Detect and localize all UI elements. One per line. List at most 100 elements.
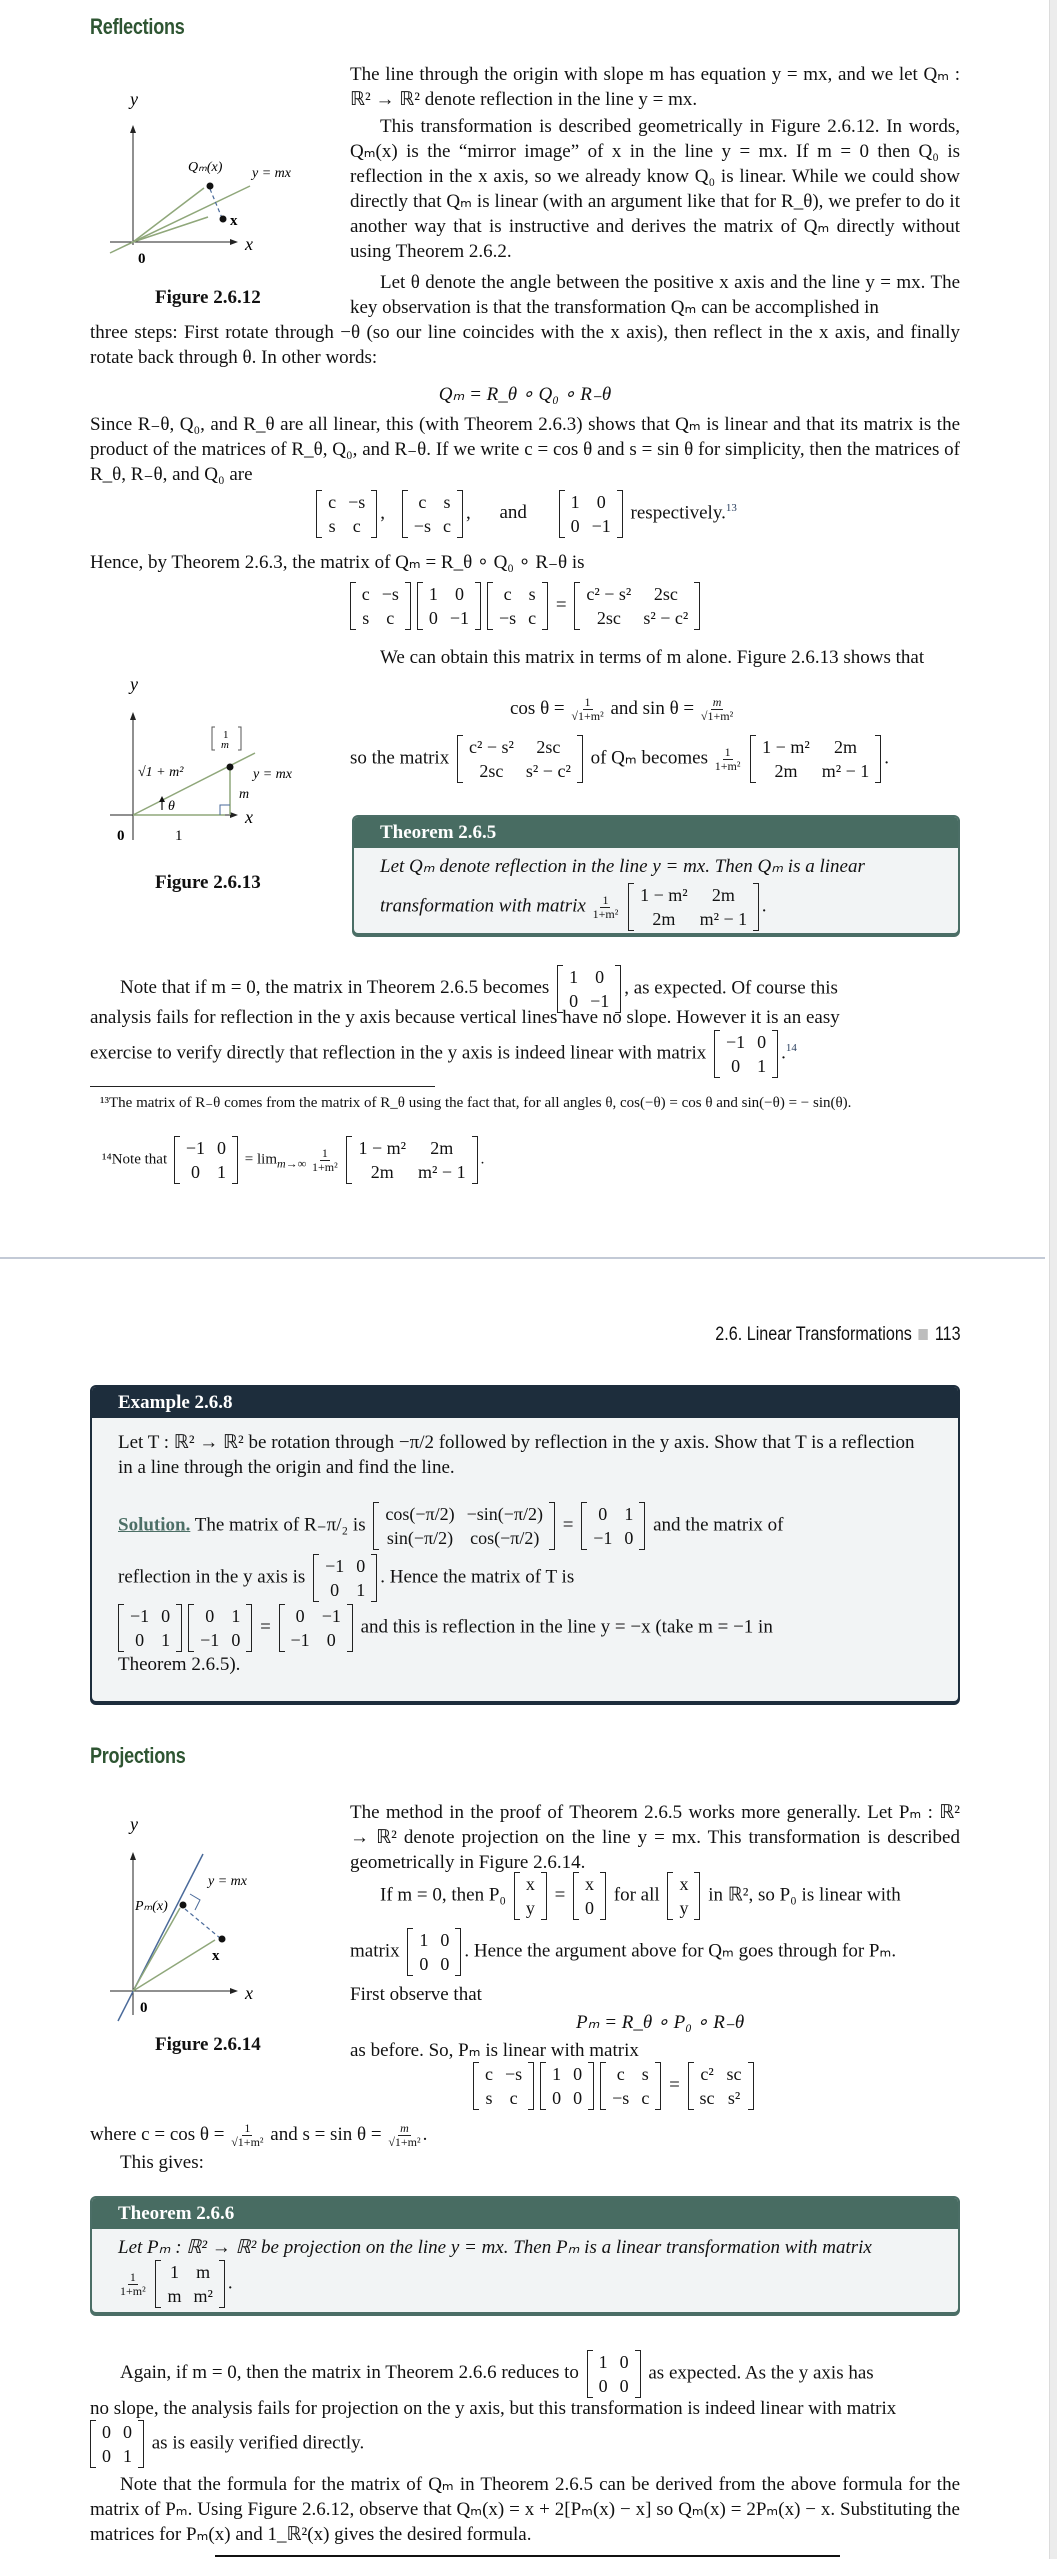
matrix-cell: −1 xyxy=(591,516,611,536)
sin-den: √1+m² xyxy=(700,709,734,724)
matrix-cell: s xyxy=(443,492,451,512)
example-solution-line2: reflection in the y axis is −1 0 0 1. Hence… xyxy=(118,1554,932,1602)
paragraph-description: This transformation is described geometr… xyxy=(350,116,960,262)
matrix-cell: 0 xyxy=(295,1606,305,1626)
figure-2-6-13: y x 0 1 θ √1 + m² y = mx m 1 m xyxy=(110,674,293,844)
fig14-x-label: x xyxy=(244,1983,253,2003)
fig13-theta-label: θ xyxy=(168,799,175,814)
matrix-cell: 0 xyxy=(205,1606,215,1626)
right-bracket xyxy=(232,1136,239,1184)
matrix-cell: s xyxy=(328,516,336,536)
matrix-cell: 1 xyxy=(419,1930,429,1950)
matrix-cell: 1 xyxy=(757,1056,767,1076)
matrix-cell: −1 xyxy=(130,1606,150,1626)
matrix-cell: 1 xyxy=(231,1606,241,1626)
matrix-c: c s −s c xyxy=(600,2062,662,2110)
matrix-cell: −1 xyxy=(725,1032,746,1052)
matrix-cell: c² xyxy=(700,2064,714,2084)
matrix-entries: 1 − m² 2m 2m m² − 1 xyxy=(634,883,753,931)
matrix-cell: x xyxy=(679,1874,689,1894)
page-113: 2.6. Linear Transformations 113 Example 2… xyxy=(0,1260,1057,2559)
matrix-entries: 1 − m² 2m 2m m² − 1 xyxy=(352,1136,471,1184)
vector-xy: xy xyxy=(513,1872,547,1920)
fig14-line-y-mx xyxy=(117,1853,204,2022)
fig13-line-y-mx xyxy=(132,752,256,816)
cos-lhs: cos θ = xyxy=(510,698,565,719)
right-bracket xyxy=(455,1928,462,1976)
cos-den: √1+m² xyxy=(571,709,604,724)
example-2-6-8: Example 2.6.8 Let T : ℝ² → ℝ² be rotatio… xyxy=(90,1385,960,1703)
paragraph-no-slope: no slope, the analysis fails for project… xyxy=(90,2398,897,2419)
matrix-cell: −1 xyxy=(185,1138,206,1158)
matrix-entries: 0 1 −1 0 xyxy=(194,1604,246,1652)
for-all-text: for all xyxy=(613,1884,660,1906)
theorem-2-6-6-line2: 1 1+m² 1 m m m². xyxy=(120,2260,233,2308)
matrix-entries: 1000 xyxy=(413,1928,455,1976)
theorem-2-6-5: Theorem 2.6.5 Let Qₘ denote reflection i… xyxy=(352,815,960,935)
fig13-x-arrow xyxy=(230,812,238,818)
right-bracket xyxy=(753,883,760,931)
matrix-cell: 2m xyxy=(711,885,735,905)
c-fraction: 1 √1+m² xyxy=(231,2122,263,2149)
matrix-entries: c −s s c xyxy=(479,2062,528,2110)
matrix-cell: 1 xyxy=(570,492,580,512)
right-bracket xyxy=(772,1030,779,1078)
paragraph-intro: The line through the origin with slope m… xyxy=(350,64,960,110)
paragraph-matrix-p0: matrix 1000. Hence the argument above fo… xyxy=(350,1928,960,1976)
again-b: as expected. As the y axis has xyxy=(648,2362,874,2384)
matrix-cell: 0 xyxy=(356,1556,366,1576)
matrix-cell: c² − s² xyxy=(586,584,632,604)
paragraph-note-formula: Note that the formula for the matrix of … xyxy=(90,2474,960,2545)
matrix-p0-again: 1000 xyxy=(586,2350,641,2398)
where-mid: and s = sin θ = xyxy=(270,2124,382,2145)
right-bracket xyxy=(747,2062,754,2110)
note-m0-a: Note that if m = 0, the matrix in Theore… xyxy=(120,977,550,999)
matrix-cell: c xyxy=(503,584,512,604)
fig13-line-label: y = mx xyxy=(251,767,293,782)
equation-qm-composition: Qₘ = R_θ ∘ Q₀ ∘ R₋θ xyxy=(438,384,612,405)
fig14-y-arrow xyxy=(130,1852,136,1860)
paragraph-method: The method in the proof of Theorem 2.6.5… xyxy=(350,1802,960,1873)
solution-link[interactable]: Solution. xyxy=(118,1514,190,1535)
matrix-c: c s −s c xyxy=(487,582,549,630)
fig14-vector-pmx xyxy=(132,1907,181,1992)
frac-den: 1+m² xyxy=(120,2283,146,2298)
fig13-y-label: y xyxy=(128,674,138,694)
matrix-cell: −1 xyxy=(200,1630,220,1650)
matrix-entries: c −s s c xyxy=(322,490,371,538)
running-header: 2.6. Linear Transformations 113 xyxy=(716,1322,961,1347)
right-bracket xyxy=(600,1872,607,1920)
matrix-cell: 0 xyxy=(440,1954,450,1974)
matrix-cell: −1 xyxy=(449,608,470,628)
matrix-cell: 0 xyxy=(619,2352,629,2372)
matrix-cell: 1 xyxy=(356,1580,366,1600)
matrix-cell: 1 xyxy=(569,967,579,987)
fig14-x-arrow xyxy=(230,1988,238,1994)
matrix-cell: c xyxy=(328,492,337,512)
footnote-ref-14[interactable]: 14 xyxy=(786,1042,797,1054)
right-bracket xyxy=(542,582,549,630)
sin-lhs: sin θ = xyxy=(642,698,695,719)
matrix-cell: −s xyxy=(413,516,431,536)
example-solution-line3: −1 0 0 1 0 1 −1 0 = 0 −1 −1 0 and this is reflecti… xyxy=(118,1604,932,1652)
footnote-ref-13[interactable]: 13 xyxy=(726,502,737,514)
exercise-text: exercise to verify directly that reflect… xyxy=(90,1042,707,1064)
solution-text-c: reflection in the y axis is xyxy=(118,1566,306,1588)
right-bracket xyxy=(528,2062,535,2110)
matrix-cell: −s xyxy=(505,2064,523,2084)
matrix-cell: −s xyxy=(612,2088,630,2108)
matrix-cell: m² − 1 xyxy=(821,761,870,781)
right-bracket xyxy=(576,735,583,783)
matrix-result: c² − s² 2sc 2sc s² − c² xyxy=(574,582,701,630)
matrix-cell: s xyxy=(485,2088,493,2108)
matrix-cell: 0 xyxy=(217,1138,227,1158)
matrix-cell: s xyxy=(362,608,370,628)
right-bracket xyxy=(655,2062,662,2110)
matrix-cell: 2m xyxy=(370,1162,394,1182)
matrix-cell: c xyxy=(528,608,537,628)
matrix-cell: 0 xyxy=(135,1630,145,1650)
matrix-cell: x xyxy=(525,1874,535,1894)
so-the-matrix-line: so the matrix c² − s² 2sc 2sc s² − c² of Qₘ… xyxy=(350,735,890,783)
matrix-product-pm: c −s s c 1 0 0 0 c s −s c = c² sc sc s² xyxy=(470,2062,757,2110)
matrix-cell: 2m xyxy=(652,909,676,929)
